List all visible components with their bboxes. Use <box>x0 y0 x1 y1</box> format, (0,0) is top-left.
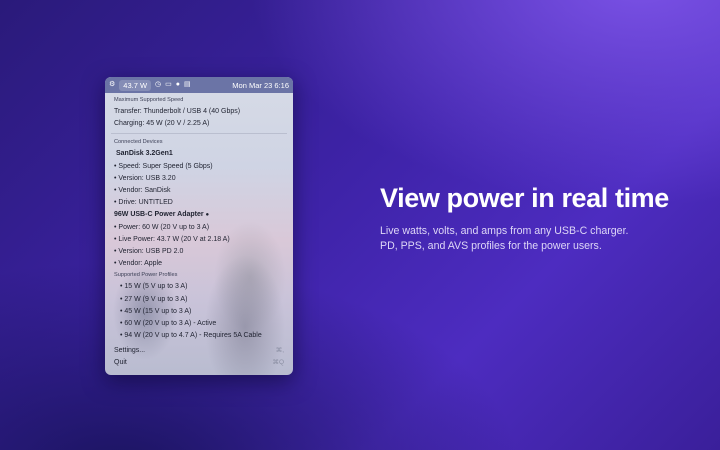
device-name-sandisk: SanDisk 3.2Gen1 <box>116 150 173 158</box>
control-center-icon[interactable]: ▤ <box>184 77 191 93</box>
menu-footer: Settings... ⌘, Quit ⌘Q <box>105 345 293 369</box>
device-detail: • Power: 60 W (20 V up to 3 A) <box>114 223 210 231</box>
power-profile: • 60 W (20 V up to 3 A) - Active <box>120 320 217 328</box>
quit-menu-item[interactable]: Quit ⌘Q <box>105 357 293 369</box>
promo-subtext: Live watts, volts, and amps from any USB… <box>380 225 629 252</box>
power-profile: • 94 W (20 V up to 4.7 A) - Requires 5A … <box>120 332 262 340</box>
menubar-datetime: Mon Mar 23 6:16 <box>232 80 289 90</box>
menu-content: Maximum Supported Speed Transfer: Thunde… <box>105 93 293 342</box>
menu-bar: ⚙ 43.7 W ◷ ▭ ● ▤ Mon Mar 23 6:16 <box>105 77 293 93</box>
device-detail: • Version: USB 3.20 <box>114 174 176 182</box>
max-speed-header: Maximum Supported Speed <box>114 97 184 103</box>
device-detail: • Live Power: 43.7 W (20 V at 2.18 A) <box>114 235 230 243</box>
clock-icon[interactable]: ◷ <box>155 77 161 93</box>
app-window: ⚙ 43.7 W ◷ ▭ ● ▤ Mon Mar 23 6:16 Maximum… <box>105 77 293 375</box>
record-icon[interactable]: ● <box>176 77 180 93</box>
battery-icon[interactable]: ▭ <box>165 77 172 93</box>
power-profile: • 15 W (5 V up to 3 A) <box>120 283 188 291</box>
device-detail: • Drive: UNTITLED <box>114 199 173 207</box>
charging-info: Charging: 45 W (20 V / 2.25 A) <box>114 120 210 128</box>
settings-menu-item[interactable]: Settings... ⌘, <box>105 345 293 357</box>
quit-shortcut: ⌘Q <box>272 359 284 367</box>
settings-shortcut: ⌘, <box>275 347 284 354</box>
settings-label: Settings... <box>114 347 146 354</box>
device-detail: • Version: USB PD 2.0 <box>114 248 184 256</box>
connected-devices-header: Connected Devices <box>114 139 163 146</box>
device-name-label: 96W USB-C Power Adapter <box>114 211 204 219</box>
device-detail: • Vendor: Apple <box>114 260 162 268</box>
quit-label: Quit <box>114 359 127 367</box>
apple-logo-icon: ● <box>205 212 210 219</box>
promo-headline: View power in real time <box>380 183 669 213</box>
separator <box>111 133 287 135</box>
power-profile: • 27 W (9 V up to 3 A) <box>120 295 188 303</box>
power-readout[interactable]: 43.7 W <box>119 79 152 91</box>
device-name-power-adapter: 96W USB-C Power Adapter ● <box>105 209 293 221</box>
power-profile: • 45 W (15 V up to 3 A) <box>120 307 192 315</box>
settings-icon[interactable]: ⚙ <box>109 77 115 93</box>
device-detail: • Vendor: SanDisk <box>114 187 171 195</box>
transfer-speed: Transfer: Thunderbolt / USB 4 (40 Gbps) <box>114 108 241 115</box>
power-profiles-header: Supported Power Profiles <box>114 272 178 279</box>
device-detail: • Speed: Super Speed (5 Gbps) <box>114 162 213 170</box>
